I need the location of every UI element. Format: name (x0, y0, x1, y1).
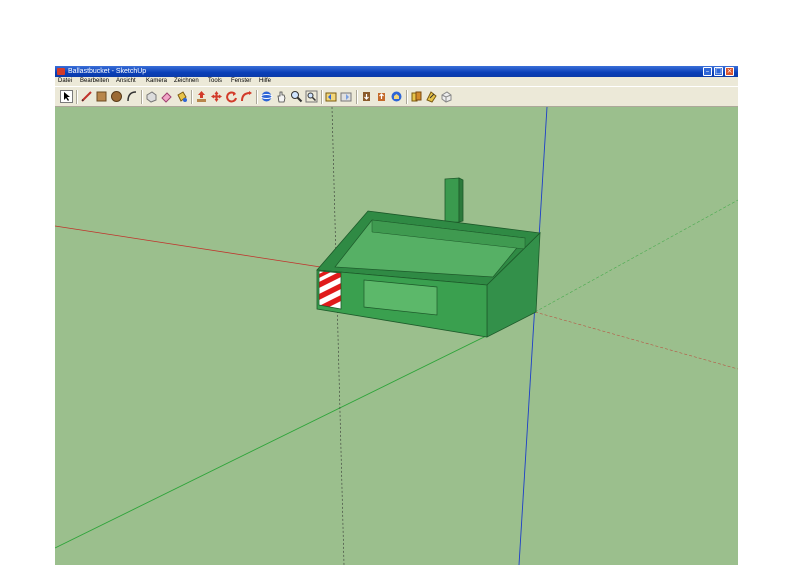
title-bar[interactable]: Ballastbucket - SketchUp – □ × (55, 66, 738, 77)
menu-hilfe[interactable]: Hilfe (259, 77, 271, 86)
layers-icon[interactable] (440, 90, 453, 103)
close-button[interactable]: × (725, 67, 734, 76)
toolbar-separator (141, 90, 143, 104)
next-view-icon[interactable] (340, 90, 353, 103)
maximize-button[interactable]: □ (714, 67, 723, 76)
components-icon[interactable] (390, 90, 403, 103)
menu-ansicht[interactable]: Ansicht (116, 77, 136, 86)
green-axis-line (55, 311, 536, 549)
styles-icon[interactable] (425, 90, 438, 103)
pencil-line-icon[interactable] (80, 90, 93, 103)
red-axis-line (55, 225, 341, 271)
toolbar-separator (406, 90, 408, 104)
menu-kamera[interactable]: Kamera (146, 77, 167, 86)
toolbar-separator (191, 90, 193, 104)
ballast-bucket-model[interactable] (313, 177, 541, 338)
red-axis-dashed (534, 311, 738, 370)
menu-bar: Datei Bearbeiten Ansicht Kamera Zeichnen… (55, 77, 738, 86)
menu-fenster[interactable]: Fenster (231, 77, 251, 86)
sketchup-app-icon (57, 68, 65, 75)
main-toolbar (55, 86, 738, 107)
zoom-icon[interactable] (290, 90, 303, 103)
scene-canvas (55, 106, 738, 565)
sketchup-window: Ballastbucket - SketchUp – □ × Datei Bea… (55, 66, 738, 565)
follow-me-icon[interactable] (240, 90, 253, 103)
eraser-icon[interactable] (160, 90, 173, 103)
materials-icon[interactable] (410, 90, 423, 103)
toolbar-separator (76, 90, 78, 104)
rotate-icon[interactable] (225, 90, 238, 103)
pan-icon[interactable] (275, 90, 288, 103)
linkage-post-side (458, 177, 464, 223)
linkage-post (444, 177, 460, 224)
menu-tools[interactable]: Tools (208, 77, 222, 86)
rectangle-icon[interactable] (95, 90, 108, 103)
window-title: Ballastbucket - SketchUp (68, 68, 147, 75)
select-tool-icon[interactable] (60, 90, 73, 103)
move-icon[interactable] (210, 90, 223, 103)
drawing-viewport[interactable] (55, 106, 738, 565)
toolbar-separator (321, 90, 323, 104)
toolbar-separator (256, 90, 258, 104)
menu-bearbeiten[interactable]: Bearbeiten (80, 77, 109, 86)
menu-zeichnen[interactable]: Zeichnen (174, 77, 199, 86)
blue-axis-line (518, 106, 548, 565)
guide-line (331, 106, 345, 565)
arc-icon[interactable] (125, 90, 138, 103)
toolbar-separator (356, 90, 358, 104)
circle-icon[interactable] (110, 90, 123, 103)
push-pull-icon[interactable] (195, 90, 208, 103)
zoom-extents-icon[interactable] (305, 90, 318, 103)
share-model-icon[interactable] (375, 90, 388, 103)
previous-view-icon[interactable] (325, 90, 338, 103)
menu-datei[interactable]: Datei (58, 77, 72, 86)
make-component-icon[interactable] (145, 90, 158, 103)
get-models-icon[interactable] (360, 90, 373, 103)
green-axis-dashed (534, 199, 738, 313)
orbit-icon[interactable] (260, 90, 273, 103)
minimize-button[interactable]: – (703, 67, 712, 76)
paint-bucket-icon[interactable] (175, 90, 188, 103)
